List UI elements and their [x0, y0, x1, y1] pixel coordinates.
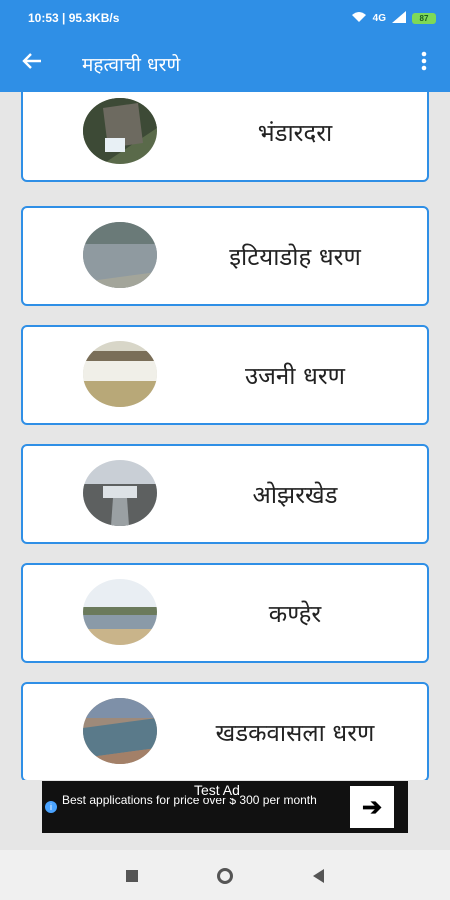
dam-card-ozharkhed[interactable]: ओझरखेड [21, 444, 429, 544]
app-bar: महत्वाची धरणे [0, 36, 450, 92]
dam-card-bhandardara[interactable]: भंडारदरा [21, 92, 429, 182]
back-arrow-icon [21, 50, 43, 78]
ad-text: Best applications for price over $ 300 p… [62, 793, 317, 807]
dam-card-ujani[interactable]: उजनी धरण [21, 325, 429, 425]
system-back-button[interactable] [306, 864, 330, 888]
dam-card-itiyadoh[interactable]: इटियाडोह धरण [21, 206, 429, 306]
signal-label: 4G [372, 12, 386, 24]
triangle-back-icon [312, 869, 324, 883]
status-bar: 10:53 | 95.3KB/s 4G 87 [0, 0, 450, 36]
dam-thumbnail [83, 460, 157, 526]
dam-card-kanher[interactable]: कण्हेर [21, 563, 429, 663]
dam-name: इटियाडोह धरण [229, 242, 361, 271]
dam-thumbnail [83, 222, 157, 288]
dam-card-khadakwasla[interactable]: खडकवासला धरण [21, 682, 429, 780]
dam-name: कण्हेर [268, 599, 322, 628]
dam-thumbnail [83, 98, 157, 164]
signal-icon [392, 10, 406, 26]
status-time: 10:53 | 95.3KB/s [28, 11, 120, 25]
dam-list[interactable]: भंडारदरा इटियाडोह धरण उजनी धरण ओझरखेड कण… [0, 92, 450, 780]
circle-icon [217, 868, 233, 884]
square-icon [126, 870, 138, 882]
wifi-icon [351, 11, 367, 26]
ad-label: Test Ad [194, 782, 240, 798]
dam-name: भंडारदरा [257, 118, 333, 147]
recents-button[interactable] [120, 864, 144, 888]
ad-arrow-button[interactable]: ➔ [350, 786, 394, 828]
back-button[interactable] [8, 40, 56, 88]
status-icons: 4G 87 [351, 10, 436, 26]
dam-name: उजनी धरण [244, 361, 346, 390]
arrow-right-icon: ➔ [361, 793, 383, 821]
ad-info-icon[interactable]: i [45, 801, 57, 813]
ad-banner[interactable]: i Best applications for price over $ 300… [42, 781, 408, 833]
dam-name: खडकवासला धरण [215, 718, 375, 747]
dam-thumbnail [83, 579, 157, 645]
home-button[interactable] [213, 864, 237, 888]
system-nav-bar [0, 850, 450, 900]
more-vert-icon [421, 51, 427, 77]
battery-icon: 87 [412, 12, 436, 24]
dam-thumbnail [83, 341, 157, 407]
dam-thumbnail [83, 698, 157, 764]
overflow-menu-button[interactable] [406, 40, 442, 88]
dam-name: ओझरखेड [252, 480, 338, 509]
page-title: महत्वाची धरणे [82, 54, 181, 76]
